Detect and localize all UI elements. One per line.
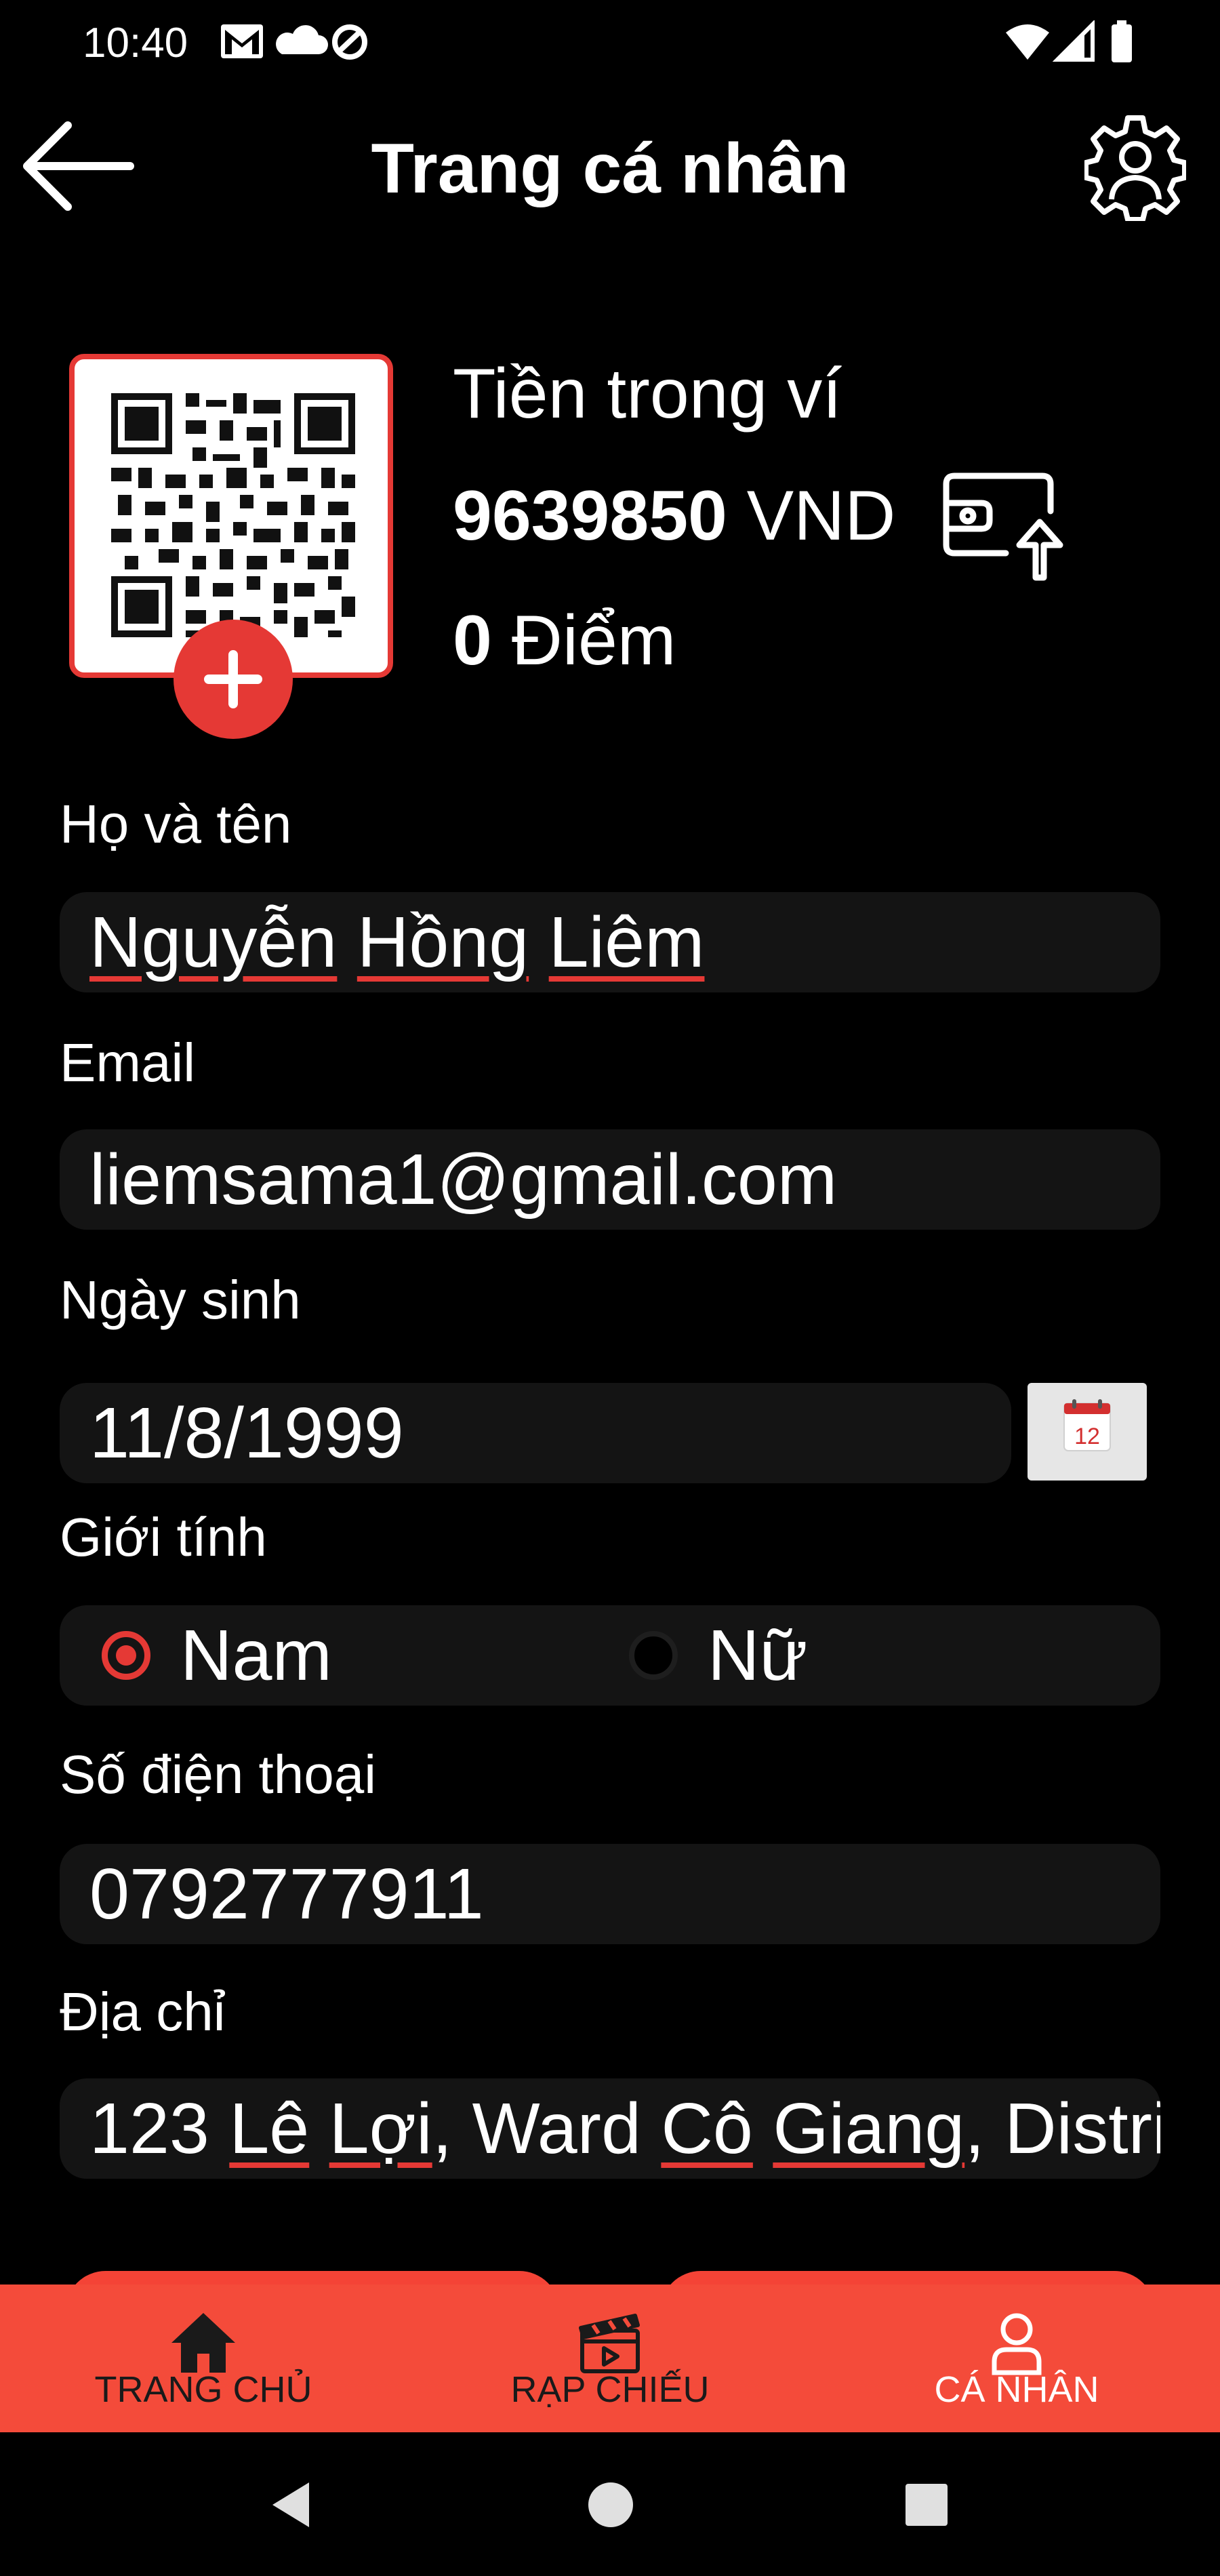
nav-item-profile[interactable]: CÁ NHÂN xyxy=(813,2285,1220,2432)
status-system-icons xyxy=(1006,20,1132,62)
battery-icon xyxy=(1112,20,1132,62)
points-display: 0 Điểm xyxy=(453,601,676,681)
nav-item-home[interactable]: TRANG CHỦ xyxy=(0,2285,407,2432)
system-navigation-bar xyxy=(0,2432,1220,2576)
birthday-label: Ngày sinh xyxy=(60,1270,301,1330)
calendar-button[interactable]: 12 xyxy=(1028,1383,1147,1481)
plus-icon xyxy=(204,650,262,708)
phone-field[interactable]: 0792777911 xyxy=(60,1844,1160,1944)
email-label: Email xyxy=(60,1032,196,1093)
name-word: Nguyễn xyxy=(89,902,338,982)
gender-label: Giới tính xyxy=(60,1507,267,1567)
status-notification-icons xyxy=(221,24,367,60)
gender-option-label: Nam xyxy=(180,1615,332,1695)
wallet-label: Tiền trong ví xyxy=(453,355,842,433)
wallet-currency: VND xyxy=(746,477,896,555)
movie-clapper-icon xyxy=(579,2314,640,2373)
birthday-field[interactable]: 11/8/1999 xyxy=(60,1383,1011,1483)
status-time: 10:40 xyxy=(83,20,188,66)
settings-button[interactable] xyxy=(1083,113,1187,222)
wallet-upload-icon xyxy=(943,472,1063,581)
radio-unchecked-icon xyxy=(629,1631,678,1680)
system-home-icon[interactable] xyxy=(580,2474,641,2535)
gmail-icon xyxy=(221,24,263,58)
nav-item-cinema[interactable]: RẠP CHIẾU xyxy=(407,2285,813,2432)
app-header: Trang cá nhân xyxy=(0,95,1220,244)
radio-checked-icon xyxy=(102,1631,150,1680)
gender-option-label: Nữ xyxy=(708,1615,808,1695)
points-label: Điểm xyxy=(511,601,676,680)
system-back-icon[interactable] xyxy=(263,2474,324,2535)
name-label: Họ và tên xyxy=(60,794,292,854)
signal-icon xyxy=(1052,20,1095,62)
gender-option-nu[interactable]: Nữ xyxy=(629,1605,1036,1706)
profile-screen: 10:40 Trang cá nhân Tiền trong ví 963985… xyxy=(0,0,1220,2576)
system-recents-icon[interactable] xyxy=(896,2474,957,2535)
bottom-navigation: TRANG CHỦ RẠP CHIẾU CÁ NHÂN xyxy=(0,2285,1220,2432)
wallet-amount: 9639850 xyxy=(453,477,727,555)
phone-label: Số điện thoại xyxy=(60,1744,377,1805)
name-word: Liêm xyxy=(548,902,705,982)
gender-radio-group: Nam Nữ xyxy=(60,1605,1160,1706)
address-label: Địa chỉ xyxy=(60,1981,226,2042)
wallet-topup-button[interactable] xyxy=(941,469,1070,583)
name-field[interactable]: Nguyễn Hồng Liêm xyxy=(60,892,1160,992)
nav-label-profile: CÁ NHÂN xyxy=(934,2369,1099,2410)
wallet-balance: 9639850 VND xyxy=(453,476,895,557)
gender-option-nam[interactable]: Nam xyxy=(102,1605,508,1706)
data-saver-icon xyxy=(332,24,367,60)
name-word: Hồng xyxy=(357,902,529,982)
nav-label-cinema: RẠP CHIẾU xyxy=(510,2369,710,2410)
email-field[interactable]: liemsama1@gmail.com xyxy=(60,1129,1160,1230)
home-icon xyxy=(171,2313,235,2373)
cloud-icon xyxy=(276,25,328,54)
status-bar: 10:40 xyxy=(0,0,1220,81)
calendar-day: 12 xyxy=(1074,1424,1100,1449)
points-value: 0 xyxy=(453,601,492,680)
wifi-icon xyxy=(1006,24,1049,60)
address-field[interactable]: 123 Lê Lợi, Ward Cô Giang, Distri xyxy=(60,2078,1160,2179)
gear-user-icon xyxy=(1083,115,1187,222)
calendar-icon: 12 xyxy=(1063,1399,1111,1451)
add-qr-button[interactable] xyxy=(174,620,293,739)
page-title: Trang cá nhân xyxy=(371,129,849,208)
user-icon xyxy=(992,2313,1042,2375)
nav-label-home: TRANG CHỦ xyxy=(94,2369,312,2410)
qr-code-icon xyxy=(104,386,362,644)
